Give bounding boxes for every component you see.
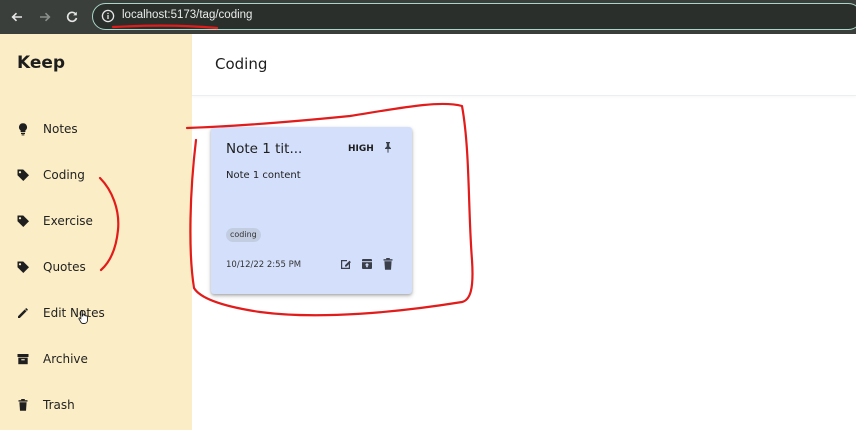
lightbulb-icon	[19, 123, 27, 136]
priority-badge: HIGH	[348, 144, 374, 154]
sidebar-item-edit-notes[interactable]: Edit Notes	[0, 296, 192, 332]
back-arrow-icon[interactable]	[8, 8, 26, 26]
info-icon[interactable]	[101, 9, 115, 23]
tag-icon	[17, 169, 29, 181]
reload-icon[interactable]	[63, 8, 81, 26]
edit-icon[interactable]	[339, 257, 353, 271]
sidebar-item-label: Quotes	[43, 260, 86, 274]
note-content: Note 1 content	[226, 170, 301, 181]
pin-icon[interactable]	[382, 141, 394, 153]
sidebar-item-notes[interactable]: Notes	[0, 112, 192, 148]
sidebar-item-coding[interactable]: Coding	[0, 158, 192, 194]
sidebar: Keep Notes Coding Exercise Quotes Edit N…	[0, 34, 192, 430]
archive-icon	[17, 354, 29, 365]
sidebar-item-label: Coding	[43, 168, 85, 182]
sidebar-item-quotes[interactable]: Quotes	[0, 250, 192, 286]
sidebar-item-archive[interactable]: Archive	[0, 342, 192, 378]
sidebar-item-trash[interactable]: Trash	[0, 388, 192, 424]
page-header: Coding	[192, 34, 856, 96]
browser-toolbar: localhost:5173/tag/coding	[0, 0, 856, 34]
address-bar[interactable]: localhost:5173/tag/coding	[92, 3, 856, 30]
tag-icon	[17, 215, 29, 227]
trash-icon	[18, 399, 28, 411]
note-card[interactable]: Note 1 tit... HIGH Note 1 content coding…	[211, 127, 412, 294]
sidebar-item-label: Trash	[43, 398, 75, 412]
app-title: Keep	[17, 53, 66, 73]
pencil-icon	[18, 308, 28, 318]
forward-arrow-icon[interactable]	[36, 8, 54, 26]
page-title: Coding	[215, 55, 268, 73]
sidebar-item-exercise[interactable]: Exercise	[0, 204, 192, 240]
note-title[interactable]: Note 1 tit...	[226, 141, 302, 157]
sidebar-item-label: Edit Notes	[43, 306, 105, 320]
url-text[interactable]: localhost:5173/tag/coding	[122, 9, 252, 21]
tag-chip[interactable]: coding	[226, 228, 261, 242]
delete-icon[interactable]	[381, 257, 395, 271]
sidebar-item-label: Exercise	[43, 214, 93, 228]
archive-icon[interactable]	[360, 257, 374, 271]
sidebar-item-label: Notes	[43, 122, 78, 136]
tag-icon	[17, 261, 29, 273]
sidebar-item-label: Archive	[43, 352, 88, 366]
note-timestamp: 10/12/22 2:55 PM	[226, 260, 302, 270]
hand-cursor-icon	[78, 310, 88, 324]
